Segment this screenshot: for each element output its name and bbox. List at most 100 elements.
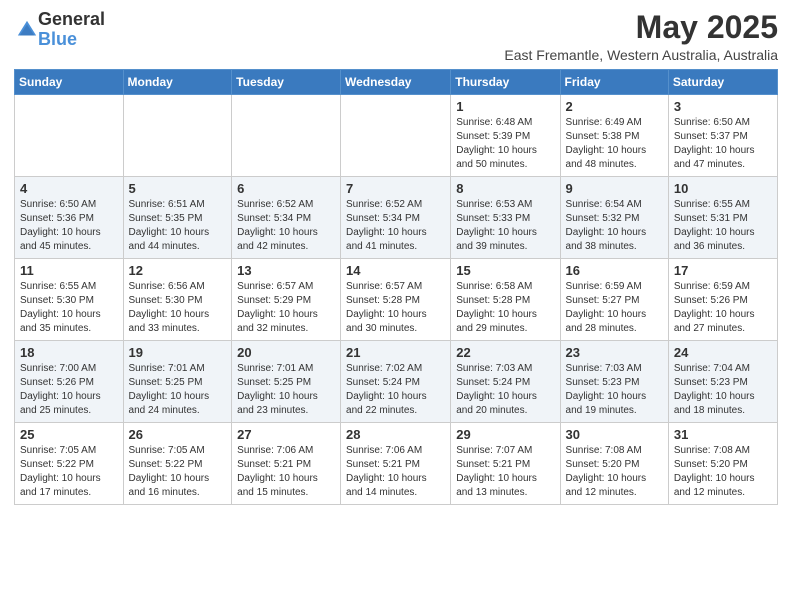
calendar-cell: 21Sunrise: 7:02 AM Sunset: 5:24 PM Dayli… bbox=[341, 341, 451, 423]
day-info: Sunrise: 7:03 AM Sunset: 5:23 PM Dayligh… bbox=[566, 362, 663, 418]
day-info: Sunrise: 7:01 AM Sunset: 5:25 PM Dayligh… bbox=[237, 362, 335, 418]
day-info: Sunrise: 6:57 AM Sunset: 5:29 PM Dayligh… bbox=[237, 280, 335, 336]
day-number: 4 bbox=[20, 181, 118, 196]
calendar-cell: 20 Sunrise: 7:01 AM Sunset: 5:25 PM Dayli… bbox=[232, 341, 341, 423]
day-info: Sunrise: 7:06 AM Sunset: 5:21 PM Dayligh… bbox=[346, 444, 445, 500]
calendar-cell: 1Sunrise: 6:48 AM Sunset: 5:39 PM Daylig… bbox=[451, 95, 560, 177]
calendar-cell bbox=[123, 95, 232, 177]
calendar-cell: 5Sunrise: 6:51 AM Sunset: 5:35 PM Daylig… bbox=[123, 177, 232, 259]
calendar-cell: 30Sunrise: 7:08 AM Sunset: 5:20 PM Dayli… bbox=[560, 423, 668, 505]
calendar-cell: 6 Sunrise: 6:52 AM Sunset: 5:34 PM Daylig… bbox=[232, 177, 341, 259]
calendar-cell: 19Sunrise: 7:01 AM Sunset: 5:25 PM Dayli… bbox=[123, 341, 232, 423]
calendar-header-row: SundayMondayTuesdayWednesdayThursdayFrid… bbox=[15, 70, 778, 95]
calendar-cell: 16 Sunrise: 6:59 AM Sunset: 5:27 PM Dayli… bbox=[560, 259, 668, 341]
day-number: 14 bbox=[346, 263, 445, 278]
day-info: Sunrise: 7:05 AM Sunset: 5:22 PM Dayligh… bbox=[129, 444, 227, 500]
logo-text: General Blue bbox=[38, 10, 105, 50]
day-info: Sunrise: 7:08 AM Sunset: 5:20 PM Dayligh… bbox=[674, 444, 772, 500]
day-info: Sunrise: 7:04 AM Sunset: 5:23 PM Dayligh… bbox=[674, 362, 772, 418]
day-info: Sunrise: 6:55 AM Sunset: 5:31 PM Dayligh… bbox=[674, 198, 772, 254]
day-number: 31 bbox=[674, 427, 772, 442]
day-number: 6 bbox=[237, 181, 335, 196]
calendar-cell: 11Sunrise: 6:55 AM Sunset: 5:30 PM Dayli… bbox=[15, 259, 124, 341]
calendar-cell bbox=[232, 95, 341, 177]
day-number: 29 bbox=[456, 427, 554, 442]
day-info: Sunrise: 7:00 AM Sunset: 5:26 PM Dayligh… bbox=[20, 362, 118, 418]
day-info: Sunrise: 7:05 AM Sunset: 5:22 PM Dayligh… bbox=[20, 444, 118, 500]
calendar-cell bbox=[15, 95, 124, 177]
calendar-cell: 28 Sunrise: 7:06 AM Sunset: 5:21 PM Dayli… bbox=[341, 423, 451, 505]
day-info: Sunrise: 7:03 AM Sunset: 5:24 PM Dayligh… bbox=[456, 362, 554, 418]
header: General Blue May 2025 East Fremantle, We… bbox=[14, 10, 778, 63]
day-number: 17 bbox=[674, 263, 772, 278]
day-info: Sunrise: 6:50 AM Sunset: 5:37 PM Dayligh… bbox=[674, 116, 772, 172]
calendar-cell: 8 Sunrise: 6:53 AM Sunset: 5:33 PM Daylig… bbox=[451, 177, 560, 259]
page: General Blue May 2025 East Fremantle, We… bbox=[0, 0, 792, 612]
col-header-friday: Friday bbox=[560, 70, 668, 95]
calendar-cell: 31 Sunrise: 7:08 AM Sunset: 5:20 PM Dayli… bbox=[668, 423, 777, 505]
day-number: 2 bbox=[566, 99, 663, 114]
day-info: Sunrise: 6:56 AM Sunset: 5:30 PM Dayligh… bbox=[129, 280, 227, 336]
day-number: 8 bbox=[456, 181, 554, 196]
logo-icon bbox=[16, 19, 38, 41]
calendar-cell: 15Sunrise: 6:58 AM Sunset: 5:28 PM Dayli… bbox=[451, 259, 560, 341]
day-number: 28 bbox=[346, 427, 445, 442]
day-info: Sunrise: 6:59 AM Sunset: 5:26 PM Dayligh… bbox=[674, 280, 772, 336]
day-info: Sunrise: 6:57 AM Sunset: 5:28 PM Dayligh… bbox=[346, 280, 445, 336]
calendar-cell: 14 Sunrise: 6:57 AM Sunset: 5:28 PM Dayli… bbox=[341, 259, 451, 341]
calendar-cell: 27 Sunrise: 7:06 AM Sunset: 5:21 PM Dayli… bbox=[232, 423, 341, 505]
col-header-saturday: Saturday bbox=[668, 70, 777, 95]
day-number: 13 bbox=[237, 263, 335, 278]
calendar: SundayMondayTuesdayWednesdayThursdayFrid… bbox=[14, 69, 778, 505]
subtitle: East Fremantle, Western Australia, Austr… bbox=[504, 47, 778, 63]
day-number: 16 bbox=[566, 263, 663, 278]
day-info: Sunrise: 7:06 AM Sunset: 5:21 PM Dayligh… bbox=[237, 444, 335, 500]
calendar-cell: 22Sunrise: 7:03 AM Sunset: 5:24 PM Dayli… bbox=[451, 341, 560, 423]
day-info: Sunrise: 6:54 AM Sunset: 5:32 PM Dayligh… bbox=[566, 198, 663, 254]
day-info: Sunrise: 6:52 AM Sunset: 5:34 PM Dayligh… bbox=[346, 198, 445, 254]
day-number: 27 bbox=[237, 427, 335, 442]
logo-blue-text: Blue bbox=[38, 29, 77, 49]
week-row-1: 4 Sunrise: 6:50 AM Sunset: 5:36 PM Daylig… bbox=[15, 177, 778, 259]
calendar-cell: 18Sunrise: 7:00 AM Sunset: 5:26 PM Dayli… bbox=[15, 341, 124, 423]
day-number: 19 bbox=[129, 345, 227, 360]
col-header-wednesday: Wednesday bbox=[341, 70, 451, 95]
day-info: Sunrise: 6:50 AM Sunset: 5:36 PM Dayligh… bbox=[20, 198, 118, 254]
day-info: Sunrise: 6:53 AM Sunset: 5:33 PM Dayligh… bbox=[456, 198, 554, 254]
day-number: 23 bbox=[566, 345, 663, 360]
title-area: May 2025 East Fremantle, Western Austral… bbox=[504, 10, 778, 63]
day-number: 9 bbox=[566, 181, 663, 196]
col-header-tuesday: Tuesday bbox=[232, 70, 341, 95]
day-info: Sunrise: 7:07 AM Sunset: 5:21 PM Dayligh… bbox=[456, 444, 554, 500]
calendar-cell: 9 Sunrise: 6:54 AM Sunset: 5:32 PM Daylig… bbox=[560, 177, 668, 259]
calendar-cell: 26 Sunrise: 7:05 AM Sunset: 5:22 PM Dayli… bbox=[123, 423, 232, 505]
week-row-4: 25 Sunrise: 7:05 AM Sunset: 5:22 PM Dayli… bbox=[15, 423, 778, 505]
day-info: Sunrise: 6:52 AM Sunset: 5:34 PM Dayligh… bbox=[237, 198, 335, 254]
calendar-cell: 10 Sunrise: 6:55 AM Sunset: 5:31 PM Dayli… bbox=[668, 177, 777, 259]
day-number: 3 bbox=[674, 99, 772, 114]
day-number: 21 bbox=[346, 345, 445, 360]
calendar-cell: 25 Sunrise: 7:05 AM Sunset: 5:22 PM Dayli… bbox=[15, 423, 124, 505]
day-number: 24 bbox=[674, 345, 772, 360]
calendar-cell: 7 Sunrise: 6:52 AM Sunset: 5:34 PM Daylig… bbox=[341, 177, 451, 259]
day-info: Sunrise: 7:08 AM Sunset: 5:20 PM Dayligh… bbox=[566, 444, 663, 500]
calendar-cell: 24 Sunrise: 7:04 AM Sunset: 5:23 PM Dayli… bbox=[668, 341, 777, 423]
day-number: 10 bbox=[674, 181, 772, 196]
day-number: 20 bbox=[237, 345, 335, 360]
main-title: May 2025 bbox=[504, 10, 778, 45]
week-row-2: 11Sunrise: 6:55 AM Sunset: 5:30 PM Dayli… bbox=[15, 259, 778, 341]
day-number: 12 bbox=[129, 263, 227, 278]
day-info: Sunrise: 6:59 AM Sunset: 5:27 PM Dayligh… bbox=[566, 280, 663, 336]
day-number: 26 bbox=[129, 427, 227, 442]
calendar-cell: 4 Sunrise: 6:50 AM Sunset: 5:36 PM Daylig… bbox=[15, 177, 124, 259]
day-number: 7 bbox=[346, 181, 445, 196]
day-info: Sunrise: 6:48 AM Sunset: 5:39 PM Dayligh… bbox=[456, 116, 554, 172]
day-info: Sunrise: 6:55 AM Sunset: 5:30 PM Dayligh… bbox=[20, 280, 118, 336]
week-row-0: 1Sunrise: 6:48 AM Sunset: 5:39 PM Daylig… bbox=[15, 95, 778, 177]
col-header-monday: Monday bbox=[123, 70, 232, 95]
col-header-thursday: Thursday bbox=[451, 70, 560, 95]
col-header-sunday: Sunday bbox=[15, 70, 124, 95]
day-number: 25 bbox=[20, 427, 118, 442]
calendar-cell: 3 Sunrise: 6:50 AM Sunset: 5:37 PM Daylig… bbox=[668, 95, 777, 177]
logo-general-text: General bbox=[38, 9, 105, 29]
